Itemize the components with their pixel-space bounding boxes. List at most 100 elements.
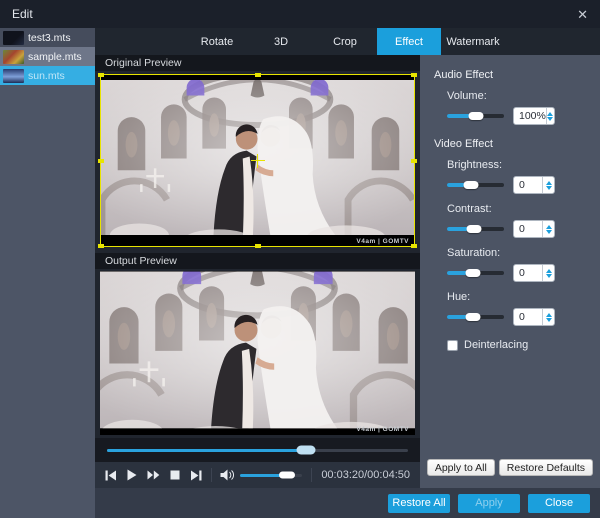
contrast-slider[interactable] <box>447 225 504 233</box>
file-name: test3.mts <box>28 31 71 44</box>
spinner-arrows[interactable] <box>542 221 554 237</box>
file-item-test3[interactable]: test3.mts <box>0 28 95 47</box>
file-list: test3.mts sample.mts sun.mts <box>0 28 95 85</box>
output-video: V4am | GOMTV <box>100 271 415 435</box>
tab-rotate[interactable]: Rotate <box>185 28 249 55</box>
saturation-label: Saturation: <box>447 247 501 259</box>
brightness-spinner[interactable]: 0 <box>513 176 555 194</box>
file-thumbnail <box>3 68 24 83</box>
wedding-video-frame <box>100 271 415 428</box>
hue-value: 0 <box>519 311 525 323</box>
file-name: sample.mts <box>28 50 82 63</box>
slider-handle[interactable] <box>463 181 479 189</box>
transport-divider <box>311 468 313 482</box>
hue-spinner[interactable]: 0 <box>513 308 555 326</box>
wedding-video-frame <box>100 80 415 235</box>
deinterlacing-checkbox[interactable] <box>447 339 458 351</box>
title-bar: Edit ✕ <box>0 0 600 28</box>
video-effect-header: Video Effect <box>434 138 493 150</box>
saturation-slider[interactable] <box>447 269 504 277</box>
volume-effect-slider[interactable] <box>447 112 504 120</box>
seek-handle[interactable] <box>296 445 316 455</box>
spin-down-icon[interactable] <box>545 229 552 234</box>
restore-defaults-button[interactable]: Restore Defaults <box>498 459 593 476</box>
tab-effect[interactable]: Effect <box>377 28 441 55</box>
fast-forward-button[interactable] <box>147 469 160 482</box>
volume-label: Volume: <box>447 90 487 102</box>
tab-spacer <box>95 28 185 55</box>
spinner-arrows[interactable] <box>545 108 554 124</box>
spin-up-icon[interactable] <box>547 111 554 116</box>
slider-handle[interactable] <box>465 313 481 321</box>
time-display: 00:03:20/00:04:50 <box>321 469 411 481</box>
file-item-sun[interactable]: sun.mts <box>0 66 95 85</box>
previous-frame-button[interactable] <box>105 469 117 482</box>
brightness-value: 0 <box>519 179 525 191</box>
spinner-arrows[interactable] <box>542 265 554 281</box>
spinner-arrows[interactable] <box>542 177 554 193</box>
deinterlacing-label: Deinterlacing <box>464 339 529 351</box>
slider-handle[interactable] <box>465 269 481 277</box>
slider-handle[interactable] <box>468 112 483 120</box>
file-name: sun.mts <box>28 69 65 82</box>
close-button[interactable]: Close <box>528 493 590 513</box>
transport-bar: 00:03:20/00:04:50 <box>95 462 420 488</box>
seek-strip <box>95 438 420 462</box>
apply-to-all-button[interactable]: Apply to All <box>426 459 495 476</box>
preview-column: Original Preview V4am | GOMTV Output Pre… <box>95 55 420 488</box>
spin-up-icon[interactable] <box>545 312 552 317</box>
file-thumbnail <box>3 30 24 45</box>
bottom-bar: Restore All Apply Close <box>95 488 600 518</box>
play-button[interactable] <box>126 469 138 482</box>
file-thumbnail <box>3 49 24 64</box>
restore-all-button[interactable]: Restore All <box>388 493 450 513</box>
output-preview-label: Output Preview <box>95 253 420 269</box>
contrast-spinner[interactable]: 0 <box>513 220 555 238</box>
slider-handle[interactable] <box>466 225 482 233</box>
original-video: V4am | GOMTV <box>100 74 415 247</box>
contrast-label: Contrast: <box>447 203 492 215</box>
file-item-sample[interactable]: sample.mts <box>0 47 95 66</box>
audio-effect-header: Audio Effect <box>434 69 494 81</box>
tab-crop[interactable]: Crop <box>313 28 377 55</box>
gomtv-watermark: V4am | GOMTV <box>356 238 409 245</box>
tab-bar: Rotate 3D Crop Effect Watermark <box>95 28 600 55</box>
spin-up-icon[interactable] <box>545 268 552 273</box>
edit-dialog: Edit ✕ test3.mts sample.mts sun.mts Rota… <box>0 0 600 518</box>
volume-control <box>220 469 303 481</box>
next-frame-button[interactable] <box>190 469 202 482</box>
saturation-value: 0 <box>519 267 525 279</box>
spin-up-icon[interactable] <box>545 180 552 185</box>
output-preview: V4am | GOMTV <box>95 269 420 438</box>
spinner-arrows[interactable] <box>542 309 554 325</box>
apply-button[interactable]: Apply <box>458 493 520 513</box>
tab-watermark[interactable]: Watermark <box>441 28 505 55</box>
transport-divider <box>210 468 212 482</box>
speaker-icon[interactable] <box>220 469 235 481</box>
original-preview-label: Original Preview <box>95 55 420 71</box>
stop-button[interactable] <box>169 469 181 482</box>
original-preview: V4am | GOMTV <box>95 71 420 253</box>
volume-slider[interactable] <box>240 471 303 479</box>
volume-value: 100% <box>519 110 546 122</box>
file-sidebar: test3.mts sample.mts sun.mts <box>0 28 95 518</box>
effects-panel: Audio Effect Volume: 100% Video Effect B… <box>420 55 600 488</box>
spin-down-icon[interactable] <box>547 116 554 121</box>
saturation-spinner[interactable]: 0 <box>513 264 555 282</box>
spin-down-icon[interactable] <box>545 317 552 322</box>
spin-down-icon[interactable] <box>545 273 552 278</box>
contrast-value: 0 <box>519 223 525 235</box>
deinterlacing-option[interactable]: Deinterlacing <box>447 339 600 351</box>
hue-slider[interactable] <box>447 313 504 321</box>
brightness-label: Brightness: <box>447 159 503 171</box>
spin-down-icon[interactable] <box>545 185 552 190</box>
close-icon[interactable]: ✕ <box>577 8 588 21</box>
tab-3d[interactable]: 3D <box>249 28 313 55</box>
brightness-slider[interactable] <box>447 181 504 189</box>
seek-bar[interactable] <box>107 445 408 455</box>
volume-spinner[interactable]: 100% <box>513 107 555 125</box>
spin-up-icon[interactable] <box>545 224 552 229</box>
gomtv-watermark: V4am | GOMTV <box>356 426 409 433</box>
hue-label: Hue: <box>447 291 471 303</box>
volume-handle[interactable] <box>278 471 295 479</box>
